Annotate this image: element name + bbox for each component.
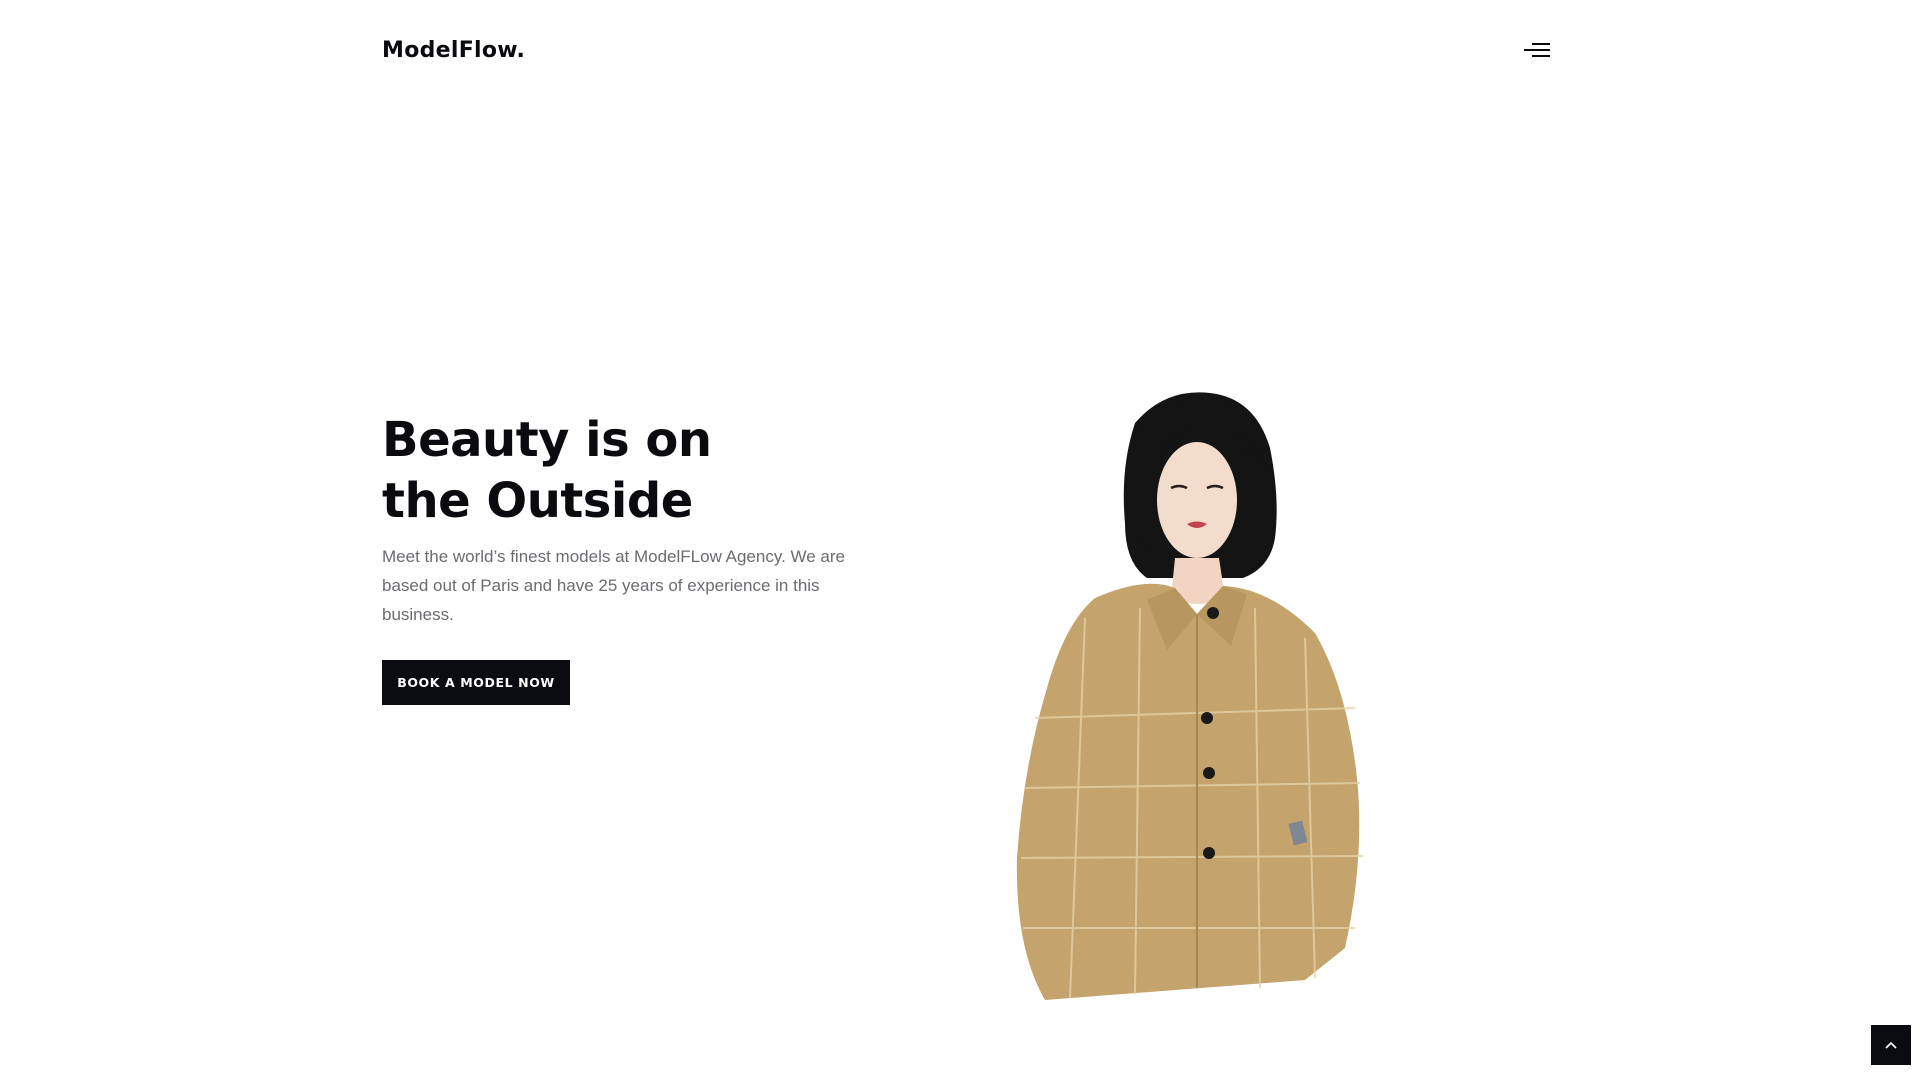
back-to-top-button[interactable] <box>1871 1025 1911 1065</box>
menu-button[interactable] <box>1524 40 1550 62</box>
hamburger-menu-icon <box>1524 43 1550 57</box>
model-photo <box>1016 392 1364 1000</box>
page: ModelFlow. Beauty is on the Outside Meet… <box>0 0 1920 1080</box>
book-model-button[interactable]: BOOK A MODEL NOW <box>382 660 570 705</box>
hero-headline: Beauty is on the Outside <box>382 410 712 532</box>
hero-intro-text: Meet the world’s finest models at ModelF… <box>382 547 846 624</box>
chevron-up-icon <box>1885 1041 1897 1049</box>
hero-headline-line-1: Beauty is on <box>382 412 712 468</box>
site-logo[interactable]: ModelFlow. <box>382 38 525 63</box>
hero-headline-line-2: the Outside <box>382 473 693 529</box>
